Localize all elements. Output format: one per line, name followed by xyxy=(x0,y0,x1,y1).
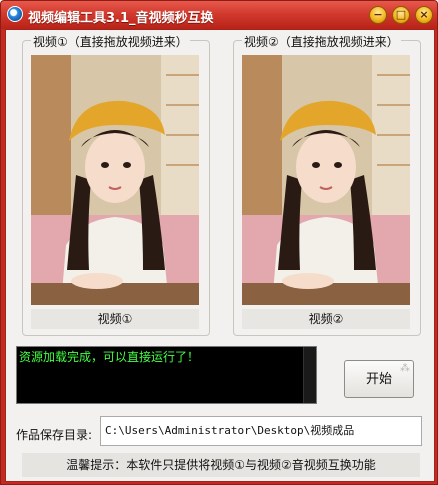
close-button[interactable]: × xyxy=(415,6,433,24)
decoration-icon: ⁂ xyxy=(400,363,410,374)
video2-caption: 视频② xyxy=(242,309,410,329)
video1-preview-image xyxy=(31,55,199,305)
log-message: 资源加载完成，可以直接运行了！ xyxy=(19,350,200,364)
video2-preview-image xyxy=(242,55,410,305)
app-window: 视频编辑工具3.1_音视频秒互换 − □ × 视频①（直接拖放视频进来） 视频①… xyxy=(0,0,438,485)
save-dir-input[interactable]: C:\Users\Administrator\Desktop\视频成品 xyxy=(100,416,422,446)
video2-dropzone[interactable]: 视频②（直接拖放视频进来） 视频② xyxy=(233,33,421,336)
minimize-button[interactable]: − xyxy=(369,6,387,24)
video1-group-title: 视频①（直接拖放视频进来） xyxy=(31,33,190,50)
title-bar[interactable]: 视频编辑工具3.1_音视频秒互换 − □ × xyxy=(1,1,437,29)
video1-dropzone[interactable]: 视频①（直接拖放视频进来） 视频① xyxy=(22,33,210,336)
save-dir-label: 作品保存目录: xyxy=(16,428,93,442)
maximize-button[interactable]: □ xyxy=(392,6,410,24)
log-scrollbar[interactable] xyxy=(303,347,316,403)
start-button-label: 开始 xyxy=(365,372,392,387)
log-output[interactable]: 资源加载完成，可以直接运行了！ xyxy=(16,346,317,404)
tip-text: 温馨提示：本软件只提供将视频①与视频②音视频互换功能 xyxy=(22,453,420,477)
start-button[interactable]: 开始 ⁂ xyxy=(344,360,414,398)
video2-group-title: 视频②（直接拖放视频进来） xyxy=(242,33,401,50)
video1-caption: 视频① xyxy=(31,309,199,329)
app-logo-icon xyxy=(7,6,23,22)
client-area: 视频①（直接拖放视频进来） 视频① 视频②（直接拖放视频进来） 视频② 资源加载… xyxy=(5,29,435,482)
window-title: 视频编辑工具3.1_音视频秒互换 xyxy=(28,11,214,26)
